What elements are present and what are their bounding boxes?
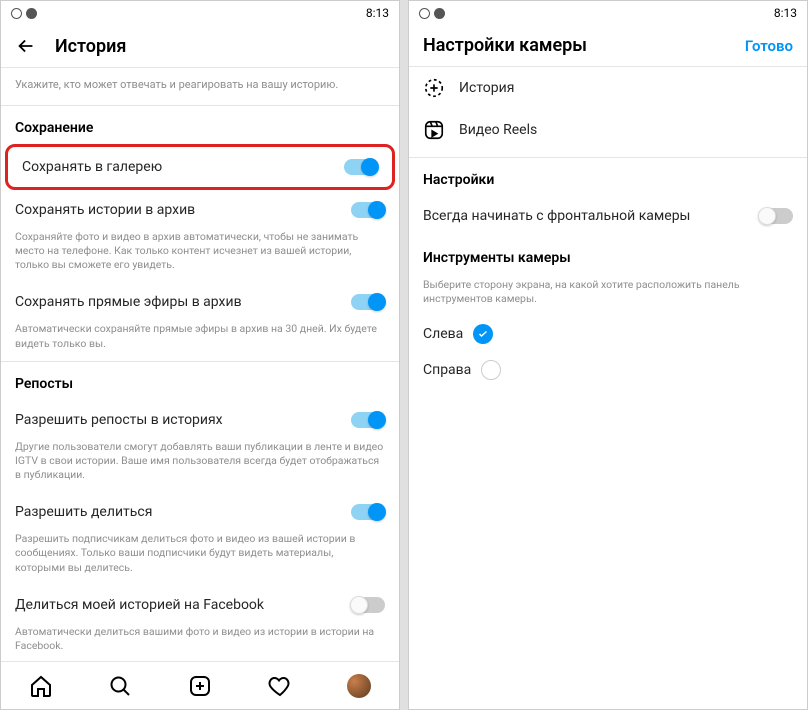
desc-share-fb: Автоматически делиться вашими фото и вид… <box>1 625 399 661</box>
row-save-gallery[interactable]: Сохранять в галерею <box>8 147 392 187</box>
row-save-live[interactable]: Сохранять прямые эфиры в архив <box>1 282 399 322</box>
page-title: История <box>55 36 385 57</box>
radio-left-label: Слева <box>423 326 463 342</box>
shazam-icon <box>26 8 37 19</box>
nav-reels-label: Видео Reels <box>459 122 537 138</box>
clock: 8:13 <box>774 6 797 20</box>
history-icon <box>423 77 445 99</box>
nav-reels[interactable]: Видео Reels <box>409 109 807 151</box>
radio-left[interactable]: Слева <box>409 316 807 352</box>
row-front-camera[interactable]: Всегда начинать с фронтальной камеры <box>409 196 807 236</box>
label-save-archive: Сохранять истории в архив <box>15 202 195 218</box>
avatar[interactable] <box>347 674 371 698</box>
toggle-save-gallery[interactable] <box>344 159 378 175</box>
content-left: Укажите, кто может отвечать и реагироват… <box>1 68 399 661</box>
home-icon[interactable] <box>29 674 53 698</box>
section-tools: Инструменты камеры <box>409 236 807 274</box>
radio-right-label: Справа <box>423 362 471 378</box>
toggle-front-camera[interactable] <box>759 208 793 224</box>
add-icon[interactable] <box>188 674 212 698</box>
label-front-camera: Всегда начинать с фронтальной камеры <box>423 208 690 224</box>
status-icon <box>11 8 22 19</box>
section-repost: Репосты <box>1 362 399 400</box>
toggle-save-archive[interactable] <box>351 202 385 218</box>
radio-left-check[interactable] <box>473 324 493 344</box>
page-subtitle: Укажите, кто может отвечать и реагироват… <box>1 68 399 105</box>
header: Настройки камеры Готово <box>409 25 807 67</box>
desc-save-live: Автоматически сохраняйте прямые эфиры в … <box>1 322 399 360</box>
desc-tools: Выберите сторону экрана, на какой хотите… <box>409 274 807 316</box>
section-save: Сохранение <box>1 106 399 144</box>
clock: 8:13 <box>366 6 389 20</box>
status-icon <box>419 8 430 19</box>
row-allow-share[interactable]: Разрешить делиться <box>1 492 399 532</box>
desc-repost-stories: Другие пользователи смогут добавлять ваш… <box>1 440 399 493</box>
back-icon[interactable] <box>15 35 37 57</box>
label-allow-share: Разрешить делиться <box>15 504 152 520</box>
toggle-share-fb[interactable] <box>351 597 385 613</box>
reels-icon <box>423 119 445 141</box>
shazam-icon <box>434 8 445 19</box>
nav-history-label: История <box>459 80 514 96</box>
status-bar: 8:13 <box>1 1 399 25</box>
toggle-allow-share[interactable] <box>351 504 385 520</box>
right-phone: 8:13 Настройки камеры Готово История Вид… <box>408 0 808 710</box>
toggle-repost-stories[interactable] <box>351 412 385 428</box>
row-save-archive[interactable]: Сохранять истории в архив <box>1 190 399 230</box>
nav-history[interactable]: История <box>409 67 807 109</box>
section-settings: Настройки <box>409 158 807 196</box>
heart-icon[interactable] <box>268 674 292 698</box>
radio-right-check[interactable] <box>481 360 501 380</box>
left-phone: 8:13 История Укажите, кто может отвечать… <box>0 0 400 710</box>
label-repost-stories: Разрешить репосты в историях <box>15 412 223 428</box>
header: История <box>1 25 399 68</box>
toggle-save-live[interactable] <box>351 294 385 310</box>
label-save-live: Сохранять прямые эфиры в архив <box>15 294 242 310</box>
label-save-gallery: Сохранять в галерею <box>22 159 162 175</box>
search-icon[interactable] <box>108 674 132 698</box>
label-share-fb: Делиться моей историей на Facebook <box>15 597 264 613</box>
bottom-nav <box>1 661 399 709</box>
done-button[interactable]: Готово <box>745 37 793 55</box>
radio-right[interactable]: Справа <box>409 352 807 388</box>
row-share-fb[interactable]: Делиться моей историей на Facebook <box>1 585 399 625</box>
highlight-box: Сохранять в галерею <box>5 144 395 190</box>
status-bar: 8:13 <box>409 1 807 25</box>
row-repost-stories[interactable]: Разрешить репосты в историях <box>1 400 399 440</box>
page-title: Настройки камеры <box>423 35 745 56</box>
desc-allow-share: Разрешить подписчикам делиться фото и ви… <box>1 532 399 585</box>
content-right: История Видео Reels Настройки Всегда нач… <box>409 67 807 709</box>
desc-save-archive: Сохраняйте фото и видео в архив автомати… <box>1 230 399 283</box>
